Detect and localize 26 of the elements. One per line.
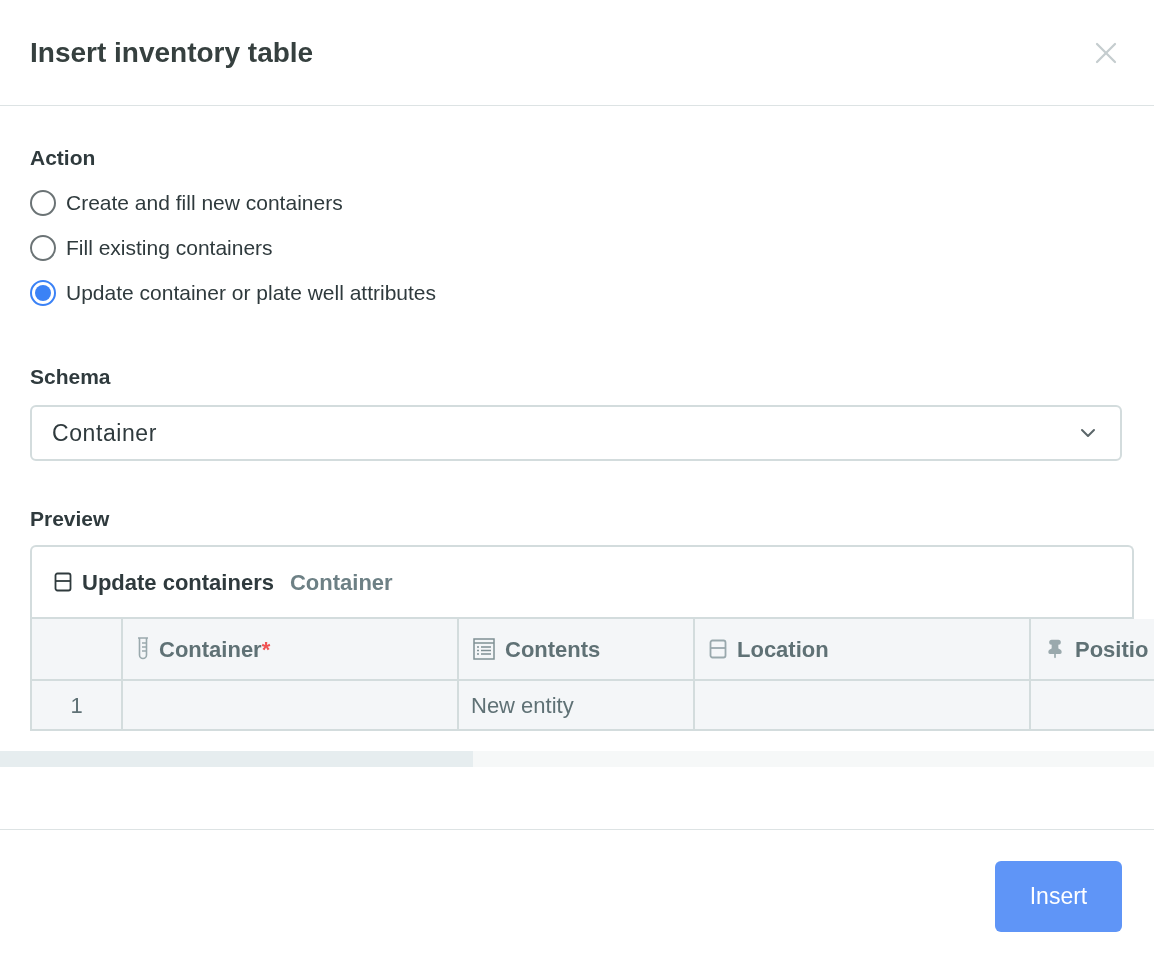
panel-icon	[54, 572, 72, 592]
column-header: Location	[695, 619, 1031, 679]
schema-select[interactable]: Container	[30, 405, 1122, 461]
dialog-title: Insert inventory table	[30, 35, 314, 70]
radio-option[interactable]: Create and fill new containers	[30, 180, 343, 225]
schema-label: Schema	[30, 365, 112, 389]
column-header: Container*	[123, 619, 459, 679]
panel-icon	[709, 639, 727, 659]
scrollbar-thumb[interactable]	[0, 751, 473, 767]
preview-label: Preview	[30, 507, 111, 531]
radio-button[interactable]	[30, 189, 56, 216]
pin-icon	[1045, 639, 1065, 659]
list-icon	[473, 638, 495, 660]
radio-button[interactable]	[30, 234, 56, 261]
column-header: Contents	[459, 619, 695, 679]
radio-option[interactable]: Update container or plate well attributes	[30, 270, 437, 315]
required-asterisk: *	[261, 636, 271, 662]
action-label: Action	[30, 146, 97, 170]
table-title: Update containers	[82, 568, 274, 597]
table-cell: 1	[32, 681, 123, 729]
radio-button[interactable]	[30, 279, 56, 306]
tube-icon	[137, 637, 149, 661]
radio-option[interactable]: Fill existing containers	[30, 225, 273, 270]
table-subtitle: Container	[289, 568, 393, 597]
column-header: Positio	[1031, 619, 1154, 679]
table-cell: New entity	[459, 681, 695, 729]
